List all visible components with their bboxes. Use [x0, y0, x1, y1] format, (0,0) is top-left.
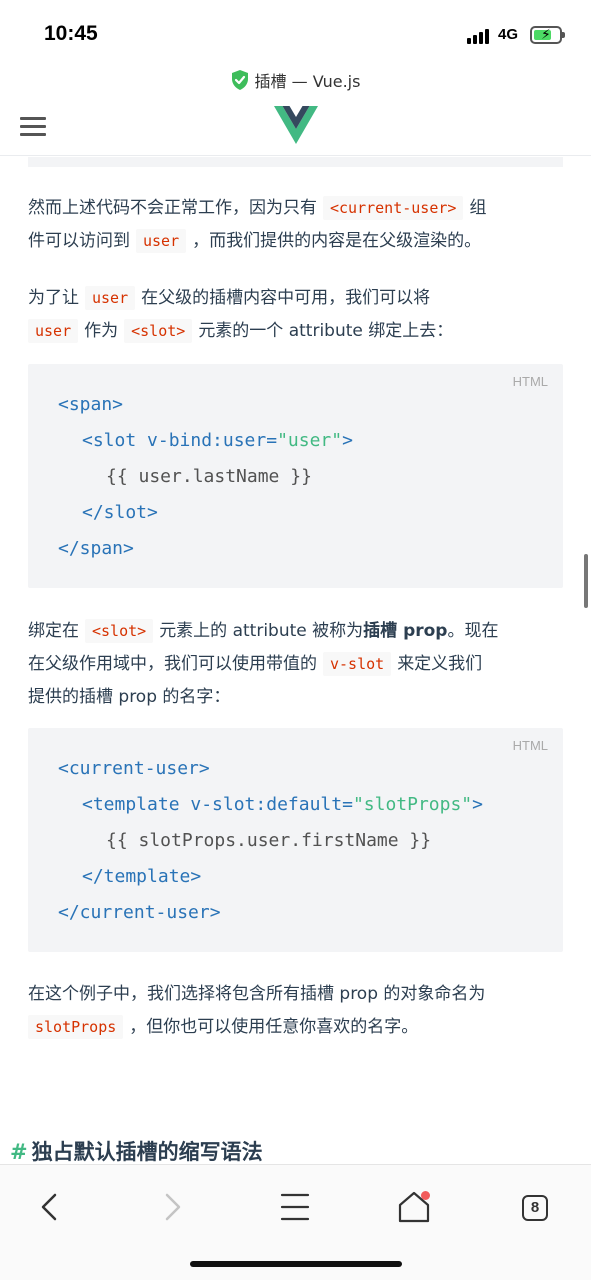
- text: 为了让: [28, 288, 79, 308]
- code-line: {{ user.lastName }}: [106, 466, 312, 487]
- home-button[interactable]: [390, 1183, 438, 1231]
- code-block-1: HTML <span> <slot v-bind:user="user"> {{…: [28, 364, 563, 588]
- home-icon: [398, 1191, 430, 1223]
- text: 作为: [84, 321, 119, 341]
- code-line: </span>: [58, 538, 134, 559]
- address-bar[interactable]: 插槽 — Vue.js: [0, 68, 591, 94]
- site-header: [0, 98, 591, 156]
- code-lang-label: HTML: [512, 374, 548, 389]
- paragraph-2: 为了让 user 在父级的插槽内容中可用，我们可以将 user 作为 <slot> 元素的…: [28, 282, 563, 348]
- text: 绑定在: [28, 621, 79, 641]
- text: 。现在: [447, 621, 499, 641]
- code-line: </current-user>: [58, 902, 221, 923]
- home-indicator[interactable]: [190, 1261, 402, 1267]
- text: 在这个例子中，我们选择将包含所有插槽 prop 的对象命名为: [28, 984, 486, 1004]
- back-button[interactable]: [26, 1183, 74, 1231]
- battery-icon: ⚡: [530, 26, 565, 44]
- text: 件可以访问到: [28, 231, 130, 251]
- menu-lines-icon: [280, 1193, 310, 1221]
- paragraph-3: 绑定在 <slot> 元素上的 attribute 被称为插槽 prop。现在 在父…: [28, 615, 563, 714]
- text: ，而我们提供的内容是在父级渲染的。: [192, 231, 482, 251]
- previous-code-block: [28, 157, 563, 167]
- tab-count: 8: [522, 1195, 548, 1221]
- page-title: 插槽 — Vue.js: [254, 72, 361, 91]
- code-line: <current-user>: [58, 758, 210, 779]
- text: 组: [469, 198, 487, 218]
- cellular-signal-icon: [467, 28, 491, 44]
- code-lang-label: HTML: [512, 738, 548, 753]
- text: 来定义我们: [397, 654, 483, 674]
- notification-dot: [421, 1191, 430, 1200]
- paragraph-4: 在这个例子中，我们选择将包含所有插槽 prop 的对象命名为 slotProps…: [28, 978, 563, 1044]
- code-block-2: HTML <current-user> <template v-slot:def…: [28, 728, 563, 952]
- menu-icon[interactable]: [20, 117, 48, 137]
- code-line: <template v-slot:default="slotProps">: [82, 794, 483, 815]
- shield-check-icon: [231, 70, 248, 90]
- inline-code: user: [28, 319, 79, 343]
- inline-code: <current-user>: [323, 196, 464, 220]
- forward-button[interactable]: [148, 1183, 196, 1231]
- status-time: 10:45: [44, 22, 98, 45]
- inline-code: <slot>: [124, 319, 193, 343]
- text: 元素的一个 attribute 绑定上去：: [198, 321, 454, 341]
- heading-text: 独占默认插槽的缩写语法: [31, 1140, 263, 1162]
- chevron-right-icon: [165, 1193, 181, 1221]
- browser-toolbar: 8: [0, 1164, 591, 1280]
- tabs-button[interactable]: 8: [510, 1183, 558, 1231]
- charging-bolt-icon: ⚡: [541, 27, 551, 43]
- code-line: {{ slotProps.user.firstName }}: [106, 830, 432, 851]
- inline-code: user: [136, 229, 187, 253]
- inline-code: v-slot: [323, 652, 392, 676]
- inline-code: user: [85, 286, 136, 310]
- section-heading: # 独占默认插槽的缩写语法: [10, 1136, 263, 1162]
- text: 在父级的插槽内容中可用，我们可以将: [141, 288, 431, 308]
- code-line: <slot v-bind:user="user">: [82, 430, 353, 451]
- code-line: </template>: [82, 866, 202, 887]
- anchor-link[interactable]: #: [10, 1140, 28, 1162]
- code-line: </slot>: [82, 502, 158, 523]
- text: 元素上的 attribute 被称为: [159, 621, 364, 641]
- main-content: 然而上述代码不会正常工作，因为只有 <current-user> 组 件可以访问到 u…: [0, 157, 591, 1162]
- text: 在父级作用域中，我们可以使用带值的: [28, 654, 317, 674]
- text: ，但你也可以使用任意你喜欢的名字。: [129, 1017, 419, 1037]
- status-bar: 10:45 4G ⚡: [0, 0, 591, 64]
- network-type: 4G: [498, 26, 519, 43]
- bold-term: 插槽 prop: [363, 621, 448, 641]
- text: 然而上述代码不会正常工作，因为只有: [28, 198, 317, 218]
- menu-button[interactable]: [271, 1183, 319, 1231]
- paragraph-1: 然而上述代码不会正常工作，因为只有 <current-user> 组 件可以访问到 u…: [28, 192, 563, 258]
- vue-logo[interactable]: [274, 106, 318, 144]
- text: 提供的插槽 prop 的名字：: [28, 687, 231, 707]
- scrollbar[interactable]: [584, 554, 588, 608]
- inline-code: slotProps: [28, 1015, 124, 1039]
- chevron-left-icon: [41, 1193, 57, 1221]
- inline-code: <slot>: [85, 619, 154, 643]
- code-line: <span>: [58, 394, 124, 415]
